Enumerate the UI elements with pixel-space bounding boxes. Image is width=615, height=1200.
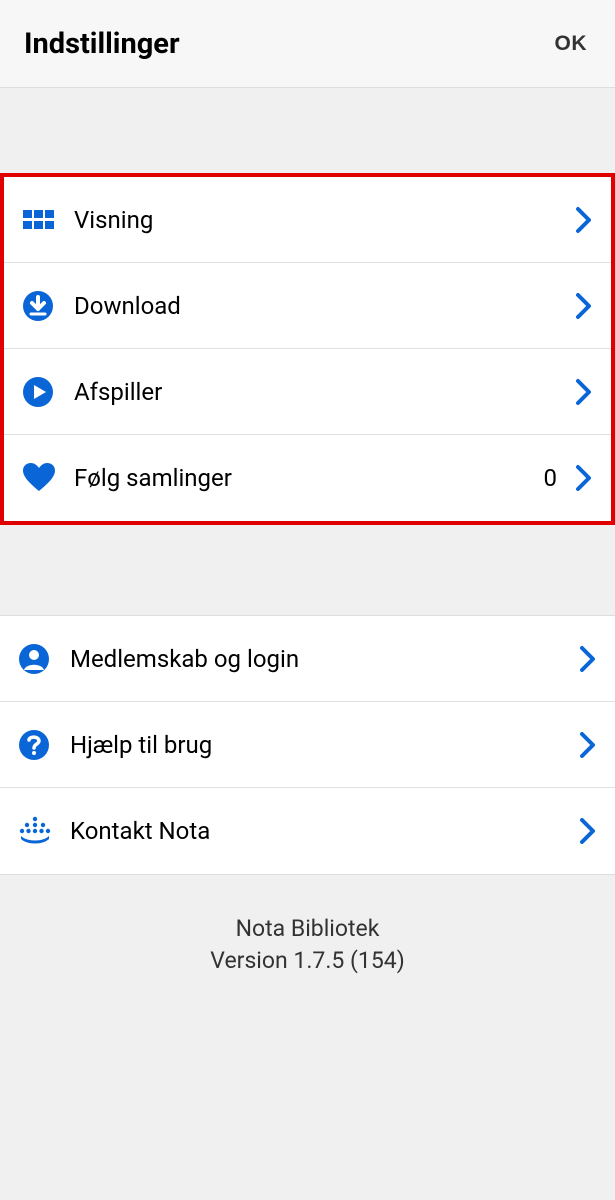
row-label: Hjælp til brug bbox=[62, 731, 579, 759]
row-value: 0 bbox=[544, 464, 558, 492]
play-icon bbox=[22, 376, 66, 408]
row-label: Download bbox=[66, 292, 575, 320]
heart-icon bbox=[22, 462, 66, 494]
footer-info: Nota Bibliotek Version 1.7.5 (154) bbox=[0, 875, 615, 977]
row-hjaelp[interactable]: Hjælp til brug bbox=[0, 702, 615, 788]
row-visning[interactable]: Visning bbox=[4, 177, 611, 263]
download-icon bbox=[22, 290, 66, 322]
row-medlemskab[interactable]: Medlemskab og login bbox=[0, 616, 615, 702]
header: Indstillinger OK bbox=[0, 0, 615, 88]
row-label: Kontakt Nota bbox=[62, 817, 579, 845]
row-afspiller[interactable]: Afspiller bbox=[4, 349, 611, 435]
chevron-right-icon bbox=[575, 206, 593, 234]
spacer bbox=[0, 525, 615, 615]
chevron-right-icon bbox=[575, 292, 593, 320]
row-folg-samlinger[interactable]: Følg samlinger 0 bbox=[4, 435, 611, 521]
row-label: Afspiller bbox=[66, 378, 575, 406]
grid-icon bbox=[22, 204, 66, 236]
row-download[interactable]: Download bbox=[4, 263, 611, 349]
chevron-right-icon bbox=[575, 378, 593, 406]
row-label: Visning bbox=[66, 206, 575, 234]
row-label: Følg samlinger bbox=[66, 464, 544, 492]
help-icon bbox=[18, 729, 62, 761]
chevron-right-icon bbox=[575, 464, 593, 492]
chevron-right-icon bbox=[579, 817, 597, 845]
app-version: Version 1.7.5 (154) bbox=[0, 945, 615, 977]
person-icon bbox=[18, 643, 62, 675]
spacer bbox=[0, 88, 615, 173]
app-name: Nota Bibliotek bbox=[0, 913, 615, 945]
page-title: Indstillinger bbox=[24, 27, 180, 61]
row-label: Medlemskab og login bbox=[62, 645, 579, 673]
settings-group-highlighted: Visning Download Afspiller Følg samlinge… bbox=[0, 173, 615, 525]
chevron-right-icon bbox=[579, 731, 597, 759]
crown-icon bbox=[18, 815, 62, 847]
chevron-right-icon bbox=[579, 645, 597, 673]
ok-button[interactable]: OK bbox=[551, 24, 592, 64]
row-kontakt[interactable]: Kontakt Nota bbox=[0, 788, 615, 874]
settings-group-secondary: Medlemskab og login Hjælp til brug Konta… bbox=[0, 615, 615, 875]
